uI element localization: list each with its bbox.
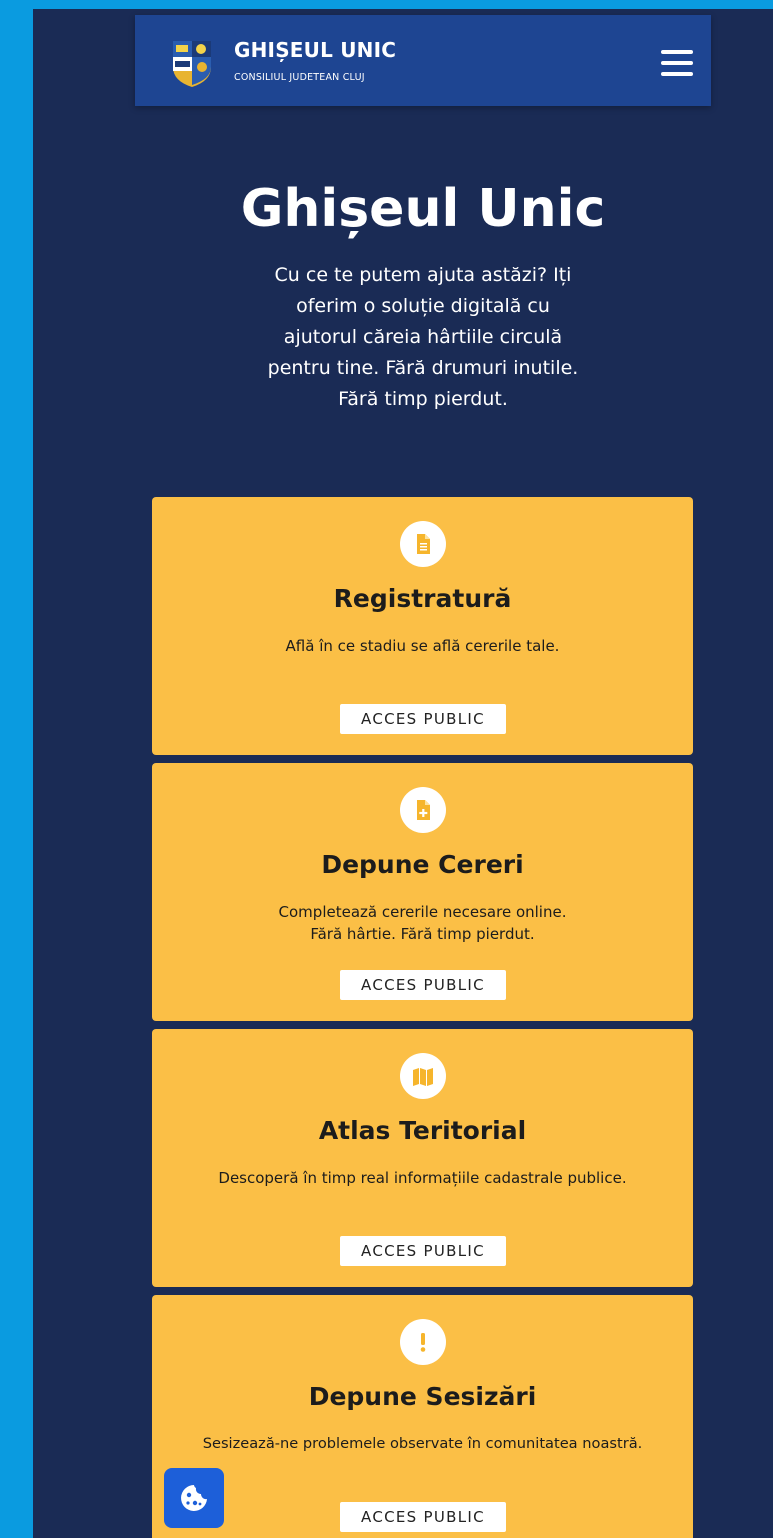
document-icon (400, 521, 446, 567)
site-title[interactable]: GHIȘEUL UNIC (234, 38, 396, 62)
cookie-icon (181, 1485, 207, 1511)
county-coat-of-arms-logo[interactable] (171, 39, 213, 89)
card-description: Descoperă în timp real informațiile cada… (218, 1169, 627, 1187)
add-document-icon (400, 787, 446, 833)
card-title: Depune Cereri (321, 850, 524, 879)
page: GHIȘEUL UNIC CONSILIUL JUDETEAN CLUJ Ghi… (33, 9, 773, 1538)
card-title: Atlas Teritorial (318, 1116, 527, 1145)
public-access-button[interactable]: ACCES PUBLIC (340, 704, 506, 734)
public-access-button[interactable]: ACCES PUBLIC (340, 1236, 506, 1266)
service-card-depune-sesizari: Depune Sesizări Sesizează-ne problemele … (152, 1295, 693, 1538)
card-title: Registratură (333, 584, 512, 613)
map-icon (400, 1053, 446, 1099)
service-card-atlas-teritorial: Atlas Teritorial Descoperă în timp real … (152, 1029, 693, 1287)
cookie-settings-button[interactable] (164, 1468, 224, 1528)
service-card-depune-cereri: Depune Cereri Completează cererile neces… (152, 763, 693, 1021)
public-access-button[interactable]: ACCES PUBLIC (340, 1502, 506, 1532)
site-subtitle: CONSILIUL JUDETEAN CLUJ (234, 72, 365, 83)
public-access-button[interactable]: ACCES PUBLIC (340, 970, 506, 1000)
hamburger-menu-icon[interactable] (661, 50, 693, 78)
service-card-registratura: Registratură Află în ce stadiu se află c… (152, 497, 693, 755)
navbar: GHIȘEUL UNIC CONSILIUL JUDETEAN CLUJ (135, 15, 711, 106)
hero-description: Cu ce te putem ajuta astăzi? Iți oferim … (267, 264, 579, 410)
card-description: Completează cererile necesare online. Fă… (278, 903, 567, 943)
exclamation-icon (400, 1319, 446, 1365)
card-description: Sesizează-ne problemele observate în com… (202, 1435, 643, 1452)
card-description: Află în ce stadiu se află cererile tale. (285, 637, 560, 655)
hero-title: Ghișeul Unic (240, 179, 606, 239)
card-title: Depune Sesizări (308, 1382, 537, 1411)
